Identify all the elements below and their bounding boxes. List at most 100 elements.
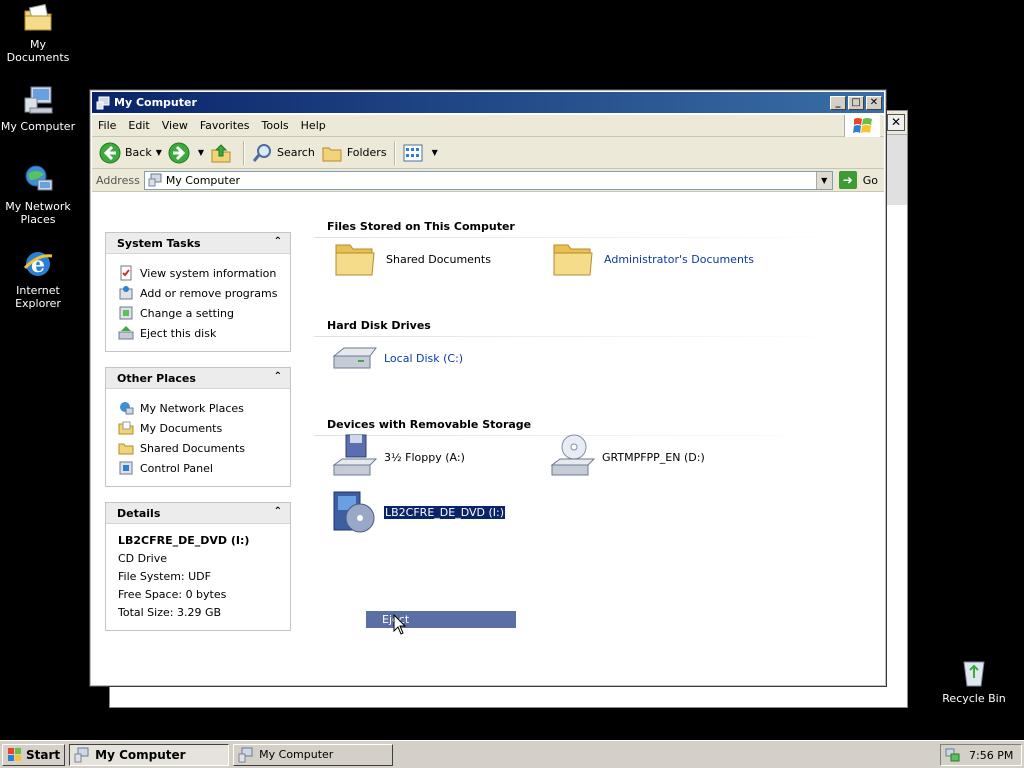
address-label: Address bbox=[96, 173, 140, 187]
item-dvd-drive-i[interactable]: LB2CFRE_DE_DVD (I:) bbox=[330, 488, 506, 536]
place-my-documents[interactable]: My Documents bbox=[118, 418, 290, 438]
forward-dropdown-icon[interactable]: ▼ bbox=[198, 148, 204, 157]
place-control-panel[interactable]: Control Panel bbox=[118, 458, 290, 478]
item-label: 3½ Floppy (A:) bbox=[384, 450, 465, 464]
address-value: My Computer bbox=[165, 173, 240, 187]
item-label: Local Disk (C:) bbox=[384, 351, 464, 365]
up-folder-icon bbox=[210, 142, 232, 164]
collapse-chevron-icon[interactable]: ⌃ bbox=[274, 371, 282, 382]
floppy-drive-icon bbox=[330, 433, 378, 481]
task-eject-disk[interactable]: Eject this disk bbox=[118, 323, 290, 343]
my-computer-window[interactable]: My Computer _ □ ✕ File Edit View Favorit… bbox=[89, 89, 887, 687]
my-documents-icon bbox=[22, 2, 54, 34]
views-button[interactable]: ▼ bbox=[399, 140, 441, 166]
context-menu-eject[interactable]: Eject bbox=[366, 611, 516, 628]
forward-button[interactable]: ▼ bbox=[165, 140, 207, 166]
start-button[interactable]: Start bbox=[2, 743, 66, 766]
item-floppy-a[interactable]: 3½ Floppy (A:) bbox=[330, 433, 465, 481]
maximize-button[interactable]: □ bbox=[848, 95, 864, 110]
desktop-icon-label: Internet Explorer bbox=[15, 284, 61, 310]
background-window-scrollbar[interactable] bbox=[885, 135, 907, 205]
go-button[interactable]: ➜ Go bbox=[838, 171, 878, 189]
taskbar-button-label: My Computer bbox=[95, 747, 186, 762]
desktop-icon-my-network-places[interactable]: My Network Places bbox=[0, 164, 76, 226]
details-header[interactable]: Details ⌃ bbox=[106, 503, 290, 524]
item-local-disk-c[interactable]: Local Disk (C:) bbox=[330, 334, 463, 382]
details-name: LB2CFRE_DE_DVD (I:) bbox=[118, 534, 250, 547]
task-view-system-information[interactable]: View system information bbox=[118, 263, 290, 283]
search-button[interactable]: Search bbox=[248, 140, 318, 166]
other-places-panel: Other Places ⌃ My Network Places My Docu… bbox=[105, 367, 291, 487]
other-places-header[interactable]: Other Places ⌃ bbox=[106, 368, 290, 389]
details-panel: Details ⌃ LB2CFRE_DE_DVD (I:) CD Drive F… bbox=[105, 502, 291, 631]
cd-drive-icon bbox=[548, 433, 596, 481]
network-tray-icon[interactable] bbox=[945, 747, 961, 763]
task-add-remove-programs[interactable]: Add or remove programs bbox=[118, 283, 290, 303]
folders-icon bbox=[321, 142, 343, 164]
my-computer-icon bbox=[96, 96, 110, 110]
menu-tools[interactable]: Tools bbox=[256, 119, 295, 132]
details-title: Details bbox=[117, 506, 161, 520]
back-dropdown-icon[interactable]: ▼ bbox=[156, 148, 162, 157]
folder-icon bbox=[550, 235, 598, 283]
control-panel-icon bbox=[118, 460, 134, 476]
task-change-setting[interactable]: Change a setting bbox=[118, 303, 290, 323]
up-folder-button[interactable] bbox=[207, 140, 239, 166]
folder-icon bbox=[332, 235, 380, 283]
back-label: Back bbox=[125, 146, 152, 159]
hard-disk-icon bbox=[330, 334, 378, 382]
desktop-icon-label: My Documents bbox=[6, 38, 70, 64]
folder-icon bbox=[118, 440, 134, 456]
go-label: Go bbox=[862, 173, 878, 187]
desktop-icon-label: Recycle Bin bbox=[942, 692, 1006, 705]
menu-file[interactable]: File bbox=[92, 119, 122, 132]
address-dropdown-icon[interactable]: ▼ bbox=[815, 171, 832, 189]
forward-arrow-icon bbox=[168, 142, 190, 164]
folders-button[interactable]: Folders bbox=[318, 140, 390, 166]
desktop-icon-my-computer[interactable]: My Computer bbox=[0, 84, 76, 133]
desktop-icon-recycle-bin[interactable]: Recycle Bin bbox=[936, 656, 1012, 705]
my-documents-icon bbox=[118, 420, 134, 436]
my-computer-icon bbox=[148, 173, 162, 187]
internet-explorer-icon: e bbox=[22, 248, 54, 280]
task-pane: System Tasks ⌃ View system information A… bbox=[92, 215, 302, 684]
task-label: Change a setting bbox=[140, 306, 234, 320]
window-titlebar[interactable]: My Computer _ □ ✕ bbox=[92, 92, 884, 113]
window-title: My Computer bbox=[114, 96, 197, 109]
minimize-button[interactable]: _ bbox=[830, 95, 846, 110]
collapse-chevron-icon[interactable]: ⌃ bbox=[274, 236, 282, 247]
item-label: Shared Documents bbox=[386, 252, 491, 266]
menu-favorites[interactable]: Favorites bbox=[194, 119, 256, 132]
clock[interactable]: 7:56 PM bbox=[969, 749, 1013, 762]
back-button[interactable]: Back ▼ bbox=[96, 140, 165, 166]
system-tasks-header[interactable]: System Tasks ⌃ bbox=[106, 233, 290, 254]
start-label: Start bbox=[26, 747, 61, 762]
views-dropdown-icon[interactable]: ▼ bbox=[432, 148, 438, 157]
system-tasks-panel: System Tasks ⌃ View system information A… bbox=[105, 232, 291, 352]
place-shared-documents[interactable]: Shared Documents bbox=[118, 438, 290, 458]
desktop-icon-internet-explorer[interactable]: e Internet Explorer bbox=[0, 248, 76, 310]
taskbar-button-my-computer[interactable]: My Computer bbox=[233, 743, 394, 766]
item-shared-documents[interactable]: Shared Documents bbox=[332, 235, 491, 283]
taskbar-button-my-computer-active[interactable]: My Computer bbox=[69, 743, 230, 766]
menu-help[interactable]: Help bbox=[295, 119, 332, 132]
toolbar-separator bbox=[393, 140, 395, 165]
menu-edit[interactable]: Edit bbox=[122, 119, 155, 132]
item-cd-drive-d[interactable]: GRTMPFPP_EN (D:) bbox=[548, 433, 705, 481]
network-icon bbox=[22, 164, 54, 196]
my-computer-icon bbox=[74, 747, 90, 763]
menu-view[interactable]: View bbox=[156, 119, 194, 132]
place-label: My Documents bbox=[140, 421, 223, 435]
place-label: Shared Documents bbox=[140, 441, 245, 455]
windows-logo-icon bbox=[7, 747, 23, 763]
place-my-network-places[interactable]: My Network Places bbox=[118, 398, 290, 418]
address-field[interactable]: My Computer ▼ bbox=[143, 170, 833, 190]
details-free-space: Free Space: 0 bytes bbox=[118, 588, 227, 601]
close-button[interactable]: ✕ bbox=[866, 95, 882, 110]
desktop-icon-label: My Computer bbox=[0, 120, 76, 133]
background-window-close-button[interactable]: ✕ bbox=[887, 114, 905, 131]
desktop-icon-my-documents[interactable]: My Documents bbox=[0, 2, 76, 64]
item-administrators-documents[interactable]: Administrator's Documents bbox=[550, 235, 754, 283]
my-computer-icon bbox=[22, 84, 54, 116]
collapse-chevron-icon[interactable]: ⌃ bbox=[274, 506, 282, 517]
